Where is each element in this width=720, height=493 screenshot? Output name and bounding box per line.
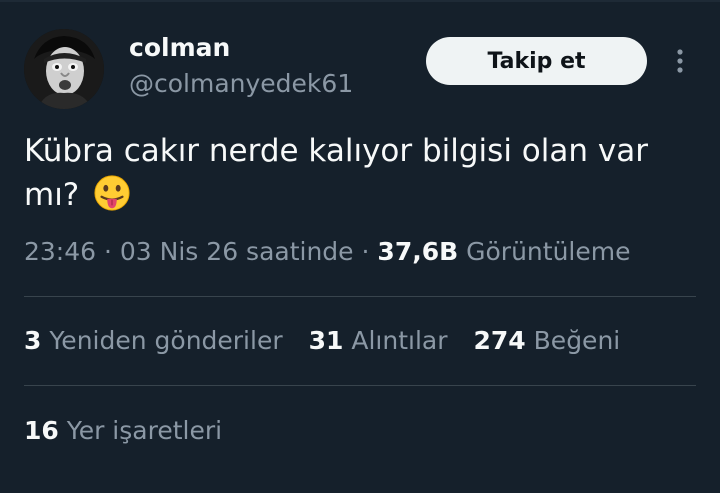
- quotes-stat[interactable]: 31 Alıntılar: [309, 326, 448, 355]
- retweets-label: Yeniden gönderiler: [49, 326, 283, 355]
- quotes-count: 31: [308, 326, 344, 355]
- display-name[interactable]: colman: [129, 33, 230, 62]
- views-count[interactable]: 37,6B: [377, 237, 458, 266]
- divider: [24, 385, 696, 386]
- face-with-tongue-emoji: [94, 175, 130, 211]
- engagement-stats: 3 Yeniden gönderiler 31 Alıntılar 274 Beğe…: [24, 326, 646, 355]
- tweet-text: Kübra cakır nerde kalıyor bilgisi olan v…: [24, 129, 694, 217]
- tweet-meta: 23:46 · 03 Nis 26 saatinde · 37,6B Görün…: [24, 237, 630, 266]
- retweets-count: 3: [24, 326, 42, 355]
- meta-separator: ·: [104, 237, 112, 266]
- avatar[interactable]: [24, 29, 104, 109]
- bookmarks-stat[interactable]: 16 Yer işaretleri: [24, 416, 222, 445]
- tweet-date[interactable]: 03 Nis 26 saatinde: [120, 237, 354, 266]
- bookmarks-row: 16 Yer işaretleri: [24, 416, 248, 445]
- bookmarks-count: 16: [24, 416, 59, 445]
- more-vertical-icon[interactable]: [670, 46, 690, 76]
- user-handle[interactable]: @colmanyedek61: [129, 69, 353, 98]
- quotes-label: Alıntılar: [351, 326, 448, 355]
- divider: [24, 296, 696, 297]
- follow-button[interactable]: Takip et: [426, 37, 647, 85]
- top-divider: [0, 0, 720, 2]
- tweet-time[interactable]: 23:46: [24, 237, 96, 266]
- bookmarks-label: Yer işaretleri: [66, 416, 223, 445]
- views-label: Görüntüleme: [466, 237, 631, 266]
- likes-count: 274: [473, 326, 526, 355]
- meta-separator: ·: [361, 237, 370, 266]
- likes-stat[interactable]: 274 Beğeni: [474, 326, 621, 355]
- retweets-stat[interactable]: 3 Yeniden gönderiler: [24, 326, 283, 355]
- likes-label: Beğeni: [533, 326, 621, 355]
- profile-photo: [24, 29, 104, 109]
